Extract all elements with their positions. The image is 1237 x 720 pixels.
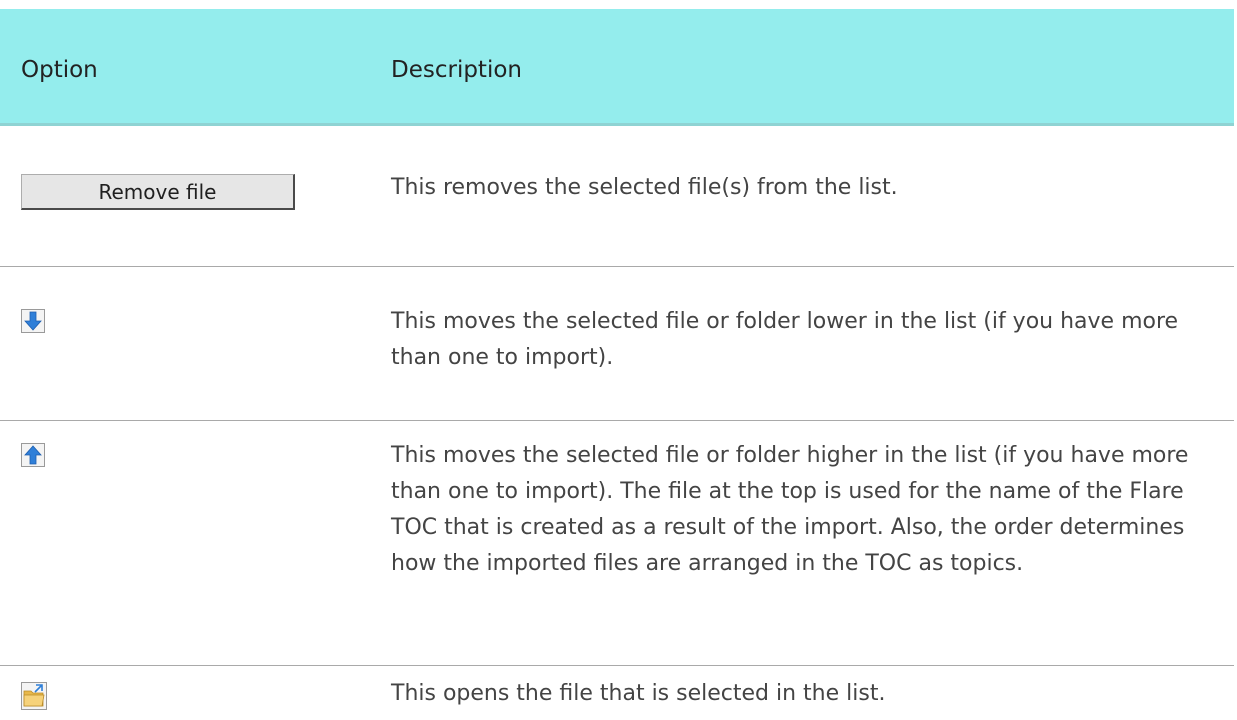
header-option: Option	[21, 57, 98, 83]
row-description: This removes the selected file(s) from t…	[391, 175, 898, 200]
move-down-icon[interactable]	[21, 309, 45, 333]
row-description: This moves the selected file or folder h…	[391, 443, 1189, 576]
move-up-icon[interactable]	[21, 443, 45, 467]
table-header: Option Description	[0, 9, 1234, 126]
table-row-move-up: This moves the selected file or folder h…	[0, 421, 1234, 666]
header-description: Description	[391, 57, 522, 83]
table-row-remove-file: Remove file This removes the selected fi…	[0, 126, 1234, 267]
row-description: This moves the selected file or folder l…	[391, 309, 1179, 370]
table-row-move-down: This moves the selected file or folder l…	[0, 267, 1234, 421]
table-row-open-file: This opens the file that is selected in …	[0, 666, 1234, 720]
remove-file-button[interactable]: Remove file	[21, 174, 295, 210]
open-file-icon[interactable]	[21, 682, 47, 710]
row-description: This opens the file that is selected in …	[391, 681, 886, 706]
